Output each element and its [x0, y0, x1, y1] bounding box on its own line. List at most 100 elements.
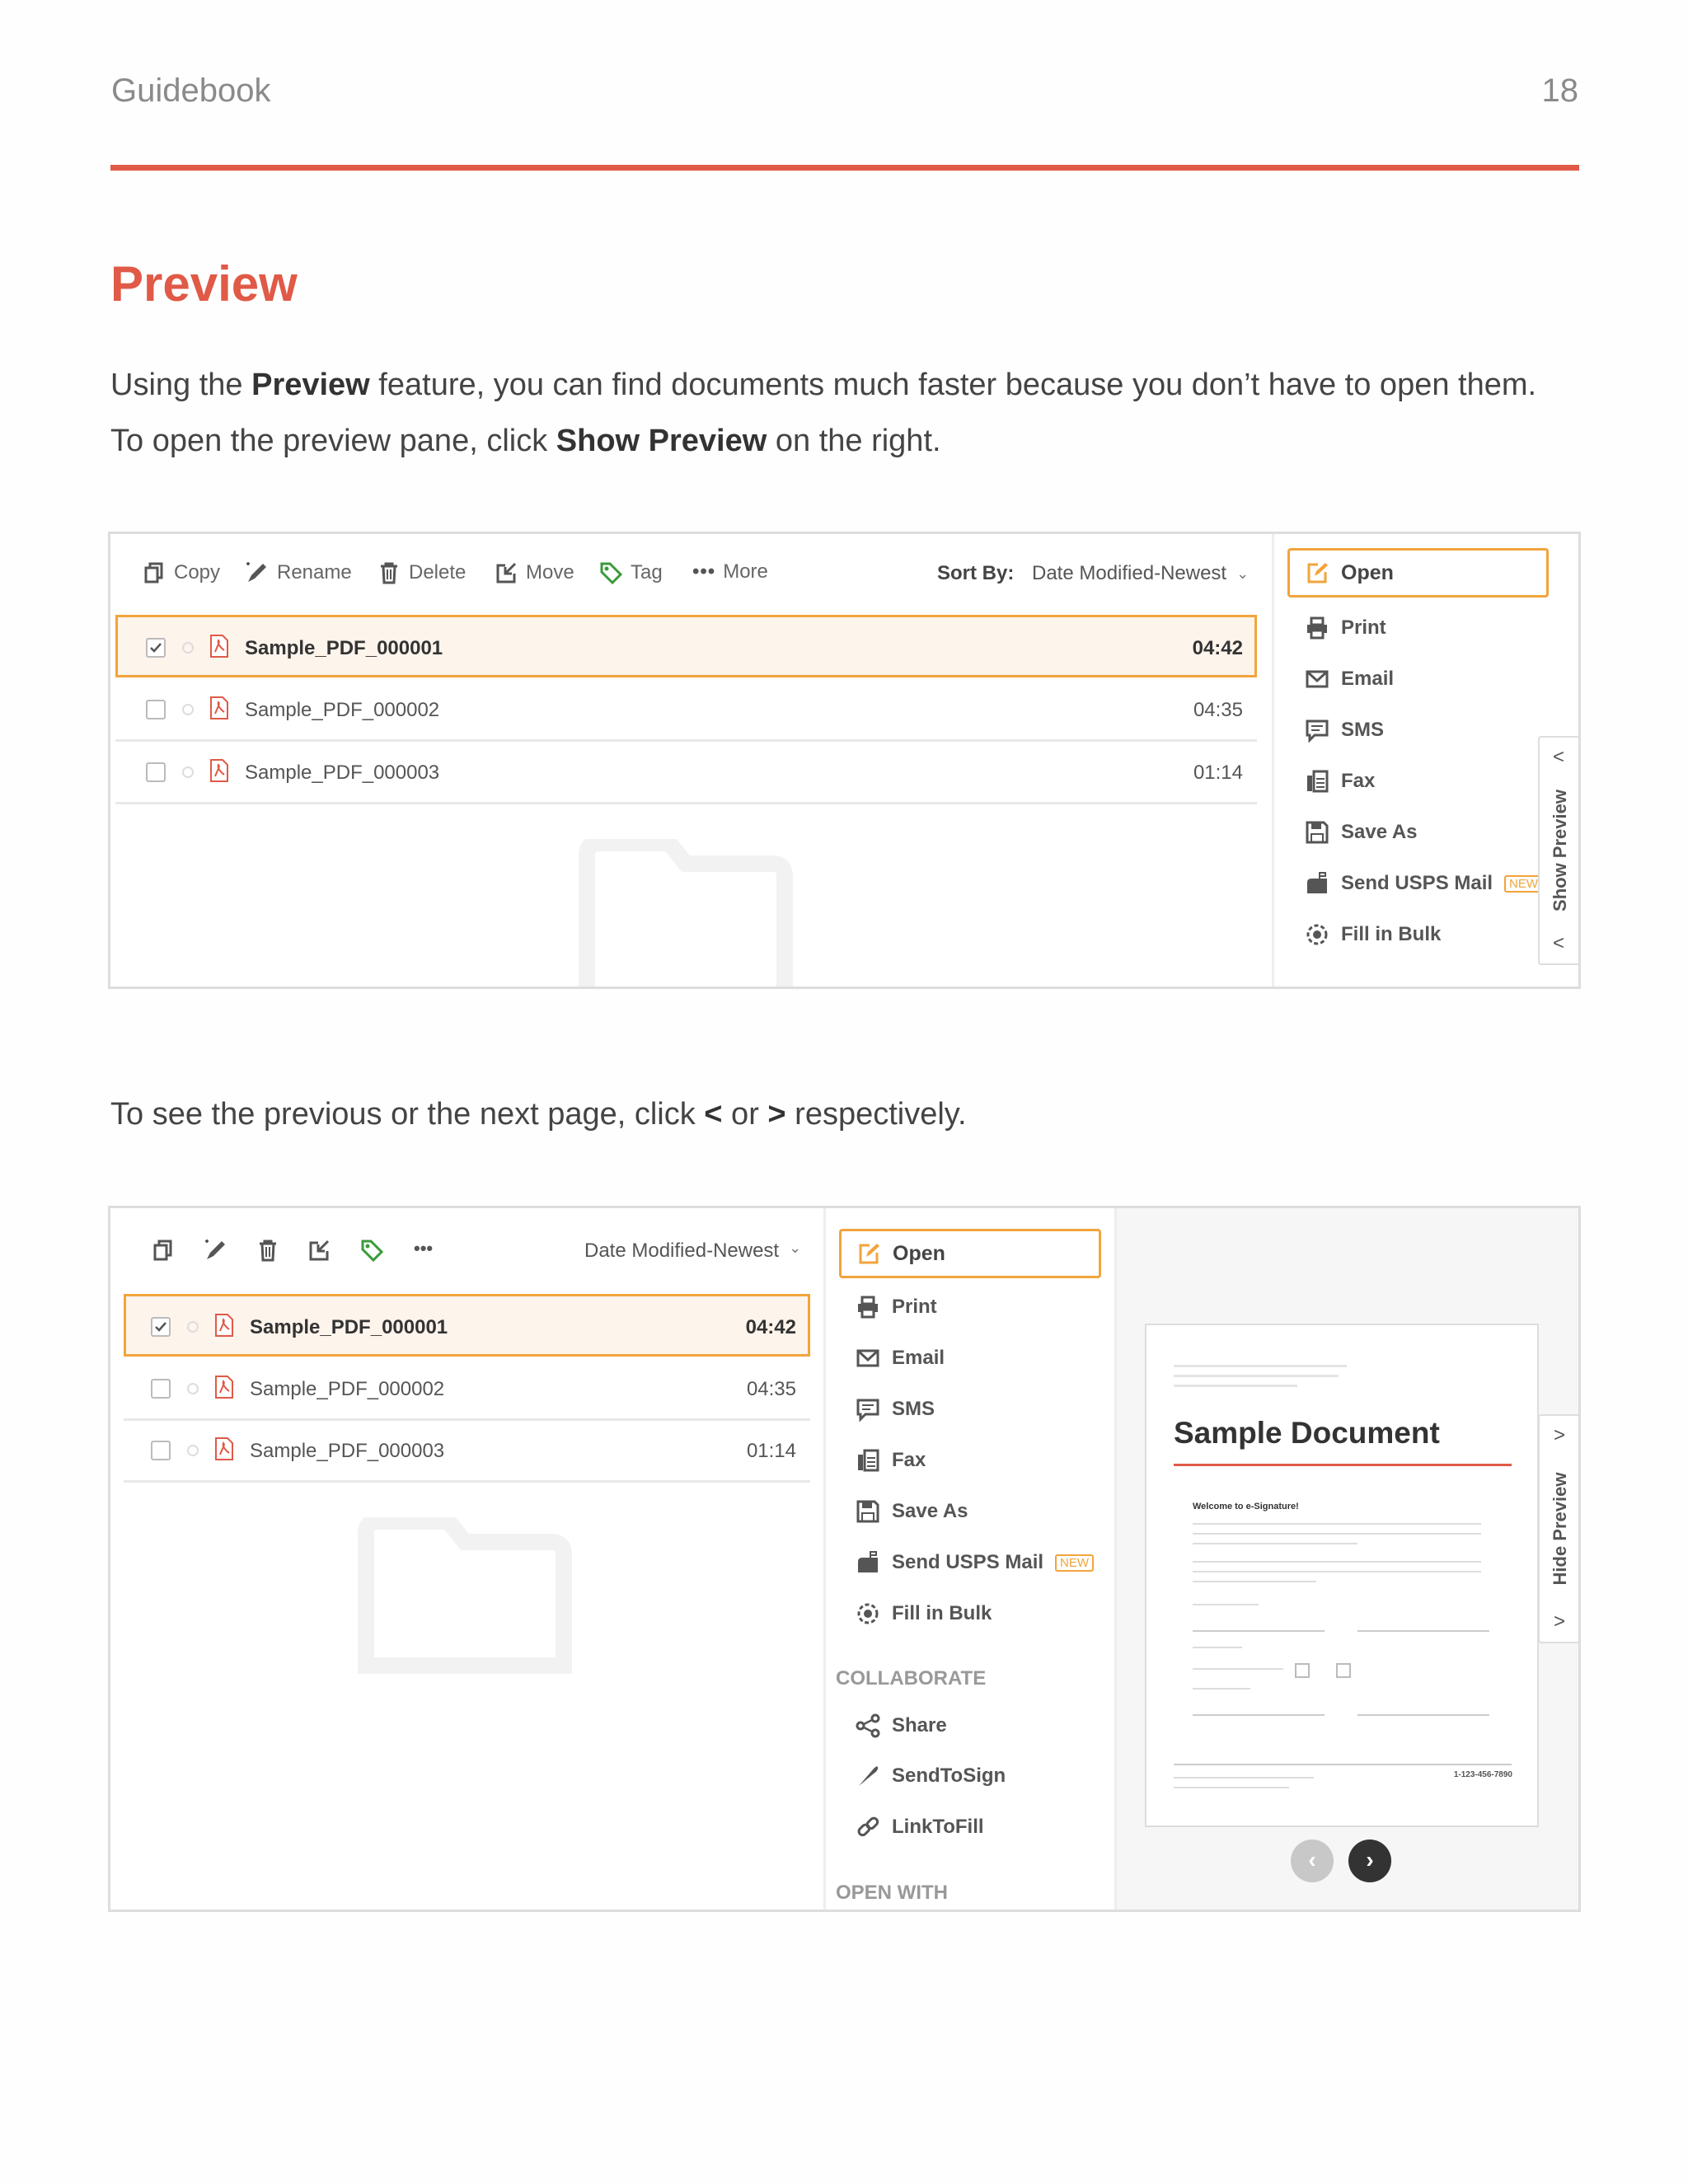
row-checkbox[interactable] — [151, 1317, 171, 1337]
pdf-icon — [215, 1437, 233, 1460]
copy-icon — [144, 562, 163, 583]
section-title: Preview — [110, 256, 298, 312]
move-icon — [496, 562, 517, 583]
delete-button[interactable]: Delete — [377, 560, 466, 585]
quill-icon — [859, 1766, 879, 1786]
file-name: Sample_PDF_000002 — [250, 1378, 445, 1400]
menu-email[interactable]: Email — [856, 1346, 945, 1371]
more-button[interactable]: ••• More — [692, 560, 768, 583]
pdf-icon — [210, 635, 228, 658]
move-icon[interactable] — [307, 1238, 331, 1263]
tag-icon[interactable] — [359, 1238, 384, 1263]
file-row[interactable]: Sample_PDF_000003 01:14 — [115, 742, 1257, 804]
menu-save-as[interactable]: Save As — [1305, 820, 1418, 845]
chevron-left-icon: < — [1553, 746, 1565, 768]
sort-dropdown[interactable]: Date Modified-Newest ⌄ — [584, 1240, 801, 1263]
sort-dropdown[interactable]: Date Modified-Newest ⌄ — [1032, 562, 1249, 585]
preview-doc-title: Sample Document — [1174, 1416, 1440, 1450]
intro-paragraph: Using the Preview feature, you can find … — [110, 368, 1537, 458]
file-row[interactable]: Sample_PDF_000001 04:42 — [115, 615, 1257, 677]
chat-icon — [1306, 719, 1329, 743]
row-checkbox[interactable] — [146, 638, 166, 658]
status-dot — [187, 1321, 199, 1333]
file-time: 01:14 — [746, 1440, 796, 1462]
folder-icon — [358, 1517, 572, 1674]
page-number: 18 — [1541, 73, 1579, 109]
status-dot — [182, 642, 194, 654]
screenshot-show-preview: Copy Rename Delete Move Tag ••• More Sor… — [108, 532, 1581, 989]
chevron-down-icon: ⌄ — [1236, 565, 1250, 582]
show-preview-tab[interactable]: < Show Preview < — [1538, 736, 1578, 965]
copy-button[interactable]: Copy — [142, 560, 220, 585]
pencil-icon — [246, 562, 266, 582]
panel-divider — [823, 1208, 826, 1910]
nav-paragraph: To see the previous or the next page, cl… — [110, 1097, 967, 1132]
menu-send-usps-mail[interactable]: Send USPS Mail NEW — [1305, 871, 1544, 896]
file-time: 04:42 — [1192, 637, 1243, 659]
screenshot-hide-preview: ••• Date Modified-Newest ⌄ Sample_PDF_000… — [108, 1206, 1581, 1912]
fax-icon — [1307, 770, 1329, 793]
new-badge: NEW — [1055, 1554, 1095, 1572]
pdf-icon — [210, 759, 228, 782]
file-name: Sample_PDF_000003 — [245, 762, 440, 784]
bulk-gear-icon — [857, 1603, 879, 1624]
hide-preview-tab[interactable]: > Hide Preview > — [1538, 1414, 1578, 1643]
file-time: 04:35 — [746, 1378, 796, 1400]
ellipsis-icon[interactable]: ••• — [414, 1238, 433, 1259]
hide-preview-label: Hide Preview — [1550, 1472, 1570, 1586]
row-checkbox[interactable] — [146, 762, 166, 782]
edit-doc-icon — [859, 1244, 879, 1264]
status-dot — [187, 1445, 199, 1456]
file-time: 04:42 — [745, 1316, 796, 1338]
file-name: Sample_PDF_000001 — [245, 637, 443, 659]
open-button[interactable]: Open — [1287, 548, 1549, 598]
menu-sms[interactable]: SMS — [1305, 718, 1384, 743]
preview-title-rule — [1174, 1464, 1512, 1466]
file-row[interactable]: Sample_PDF_000001 04:42 — [124, 1294, 810, 1357]
envelope-icon — [856, 1349, 879, 1367]
ellipsis-icon: ••• — [692, 560, 716, 583]
menu-send-usps-mail[interactable]: Send USPS Mail NEW — [856, 1550, 1095, 1575]
menu-fill-in-bulk[interactable]: Fill in Bulk — [856, 1601, 992, 1626]
rename-button[interactable]: Rename — [245, 560, 352, 585]
menu-sms[interactable]: SMS — [856, 1397, 935, 1422]
trash-icon — [381, 562, 397, 584]
open-button[interactable]: Open — [839, 1229, 1101, 1278]
menu-linktofill[interactable]: LinkToFill — [856, 1815, 984, 1840]
pdf-icon — [215, 1314, 233, 1337]
prev-page-button[interactable]: ‹ — [1291, 1840, 1334, 1882]
menu-fax[interactable]: Fax — [856, 1448, 926, 1473]
collaborate-heading: COLLABORATE — [836, 1667, 987, 1690]
tag-button[interactable]: Tag — [598, 560, 663, 585]
copy-icon[interactable] — [151, 1238, 176, 1263]
menu-print[interactable]: Print — [1305, 616, 1386, 640]
pdf-icon — [210, 696, 228, 719]
edit-doc-icon — [1307, 563, 1328, 583]
file-name: Sample_PDF_000002 — [245, 699, 440, 721]
open-with-heading: OPEN WITH — [836, 1882, 948, 1904]
menu-save-as[interactable]: Save As — [856, 1499, 968, 1524]
save-icon — [1306, 821, 1329, 844]
menu-fax[interactable]: Fax — [1305, 769, 1375, 794]
check-icon — [150, 643, 162, 653]
menu-print[interactable]: Print — [856, 1295, 937, 1319]
printer-icon — [858, 1296, 878, 1319]
row-checkbox[interactable] — [151, 1379, 171, 1399]
row-checkbox[interactable] — [151, 1441, 171, 1460]
chat-icon — [856, 1399, 879, 1422]
chevron-down-icon: ⌄ — [789, 1240, 802, 1256]
row-checkbox[interactable] — [146, 700, 166, 719]
file-row[interactable]: Sample_PDF_000002 04:35 — [115, 679, 1257, 742]
next-page-button[interactable]: › — [1348, 1840, 1391, 1882]
envelope-icon — [1306, 670, 1329, 688]
menu-share[interactable]: Share — [856, 1713, 947, 1738]
file-row[interactable]: Sample_PDF_000003 01:14 — [124, 1420, 810, 1483]
menu-email[interactable]: Email — [1305, 667, 1394, 691]
preview-phone: 1-123-456-7890 — [1453, 1770, 1512, 1779]
move-button[interactable]: Move — [494, 560, 574, 585]
file-row[interactable]: Sample_PDF_000002 04:35 — [124, 1358, 810, 1421]
menu-fill-in-bulk[interactable]: Fill in Bulk — [1305, 922, 1441, 947]
menu-sendtosign[interactable]: SendToSign — [856, 1764, 1006, 1788]
pencil-icon[interactable] — [204, 1238, 228, 1263]
trash-icon[interactable] — [256, 1238, 280, 1263]
